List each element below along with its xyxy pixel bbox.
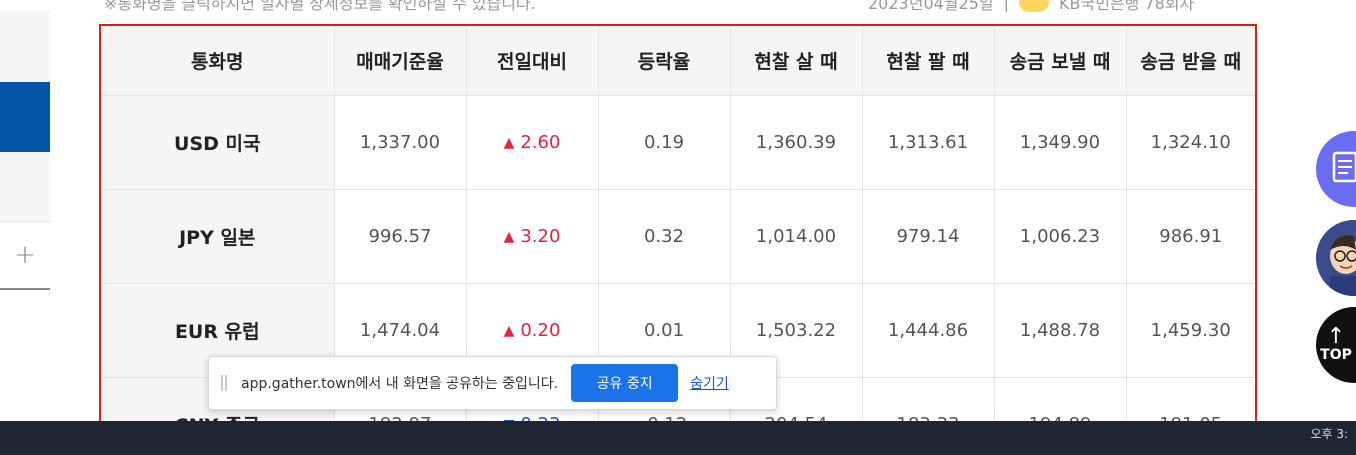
change-cell: ▲ 2.60 [466,95,599,190]
avatar-icon [1316,220,1356,296]
receive-cell: 1,459.30 [1126,283,1255,378]
change-value: 3.20 [520,225,561,247]
send-cell: 1,006.23 [994,189,1127,284]
receive-cell: 1,324.10 [1126,95,1255,190]
scroll-top-label: TOP [1320,347,1352,363]
hide-link[interactable]: 숨기기 [690,373,729,393]
sidebar-item-active[interactable] [0,82,50,152]
cash-buy-cell: 1,014.00 [730,189,863,284]
triangle-up-icon: ▲ [503,134,515,151]
header-cash-buy: 현찰 살 때 [730,26,863,96]
cash-buy-cell: 1,360.39 [730,95,863,190]
cash-sell-cell: 979.14 [862,189,995,284]
header-cash-sell: 현찰 팔 때 [862,26,995,96]
screen-share-banner: app.gather.town에서 내 화면을 공유하는 중입니다. 공유 중지… [208,356,777,410]
taskbar: 오후 3: [0,421,1356,455]
change-rate-cell: 0.32 [598,189,731,284]
document-icon [1332,151,1356,183]
header-send: 송금 보낼 때 [994,26,1127,96]
header-currency: 통화명 [101,26,335,96]
change-cell: ▲ 3.20 [466,189,599,284]
base-rate-cell: 996.57 [334,189,467,284]
rate-date: 2023년04월25일 [868,0,994,13]
triangle-up-icon: ▲ [503,228,515,245]
change-value: 2.60 [520,131,561,153]
table-row: USD 미국 1,337.00 ▲ 2.60 0.19 1,360.39 1,313.61 1… [101,95,1255,190]
currency-name-cell[interactable]: USD 미국 [101,95,335,190]
share-message: app.gather.town에서 내 화면을 공유하는 중입니다. [241,376,559,392]
header-change-rate: 등락율 [598,26,731,96]
triangle-up-icon: ▲ [503,322,515,339]
scroll-top-button[interactable]: ↑ TOP [1316,307,1356,383]
send-cell: 1,349.90 [994,95,1127,190]
stop-sharing-button[interactable]: 공유 중지 [571,364,679,402]
change-value: 0.20 [520,319,561,341]
arrow-up-icon: ↑ [1326,324,1346,349]
kb-logo-icon [1019,0,1049,12]
table-header-row: 통화명 매매기준율 전일대비 등락율 현찰 살 때 현찰 팔 때 송금 보낼 때… [101,26,1255,96]
avatar-button[interactable] [1316,220,1356,296]
rate-bank: KB국민은행 78회차 [1059,0,1195,13]
header-base-rate: 매매기준율 [334,26,467,96]
table-row: JPY 일본 996.57 ▲ 3.20 0.32 1,014.00 979.14 1,006… [101,189,1255,284]
rate-info: 2023년04월25일 | KB국민은행 78회차 [868,0,1194,14]
receive-cell: 986.91 [1126,189,1255,284]
cash-sell-cell: 1,313.61 [862,95,995,190]
sidebar-expand-button[interactable]: + [0,222,50,290]
base-rate-cell: 1,337.00 [334,95,467,190]
header-change: 전일대비 [466,26,599,96]
currency-name-cell[interactable]: JPY 일본 [101,189,335,284]
header-receive: 송금 받을 때 [1126,26,1255,96]
sidebar-item[interactable] [0,10,50,82]
sidebar-item[interactable] [0,152,50,222]
cash-sell-cell: 1,444.86 [862,283,995,378]
taskbar-clock: 오후 3: [1310,427,1348,441]
change-rate-cell: 0.19 [598,95,731,190]
table-notice: ※통화명을 클릭하시면 일자별 상세정보를 확인하실 수 있습니다. [104,0,536,13]
rate-separator: | [1003,0,1009,12]
send-cell: 1,488.78 [994,283,1127,378]
drag-handle-icon[interactable] [221,375,227,391]
document-button[interactable] [1316,131,1356,207]
